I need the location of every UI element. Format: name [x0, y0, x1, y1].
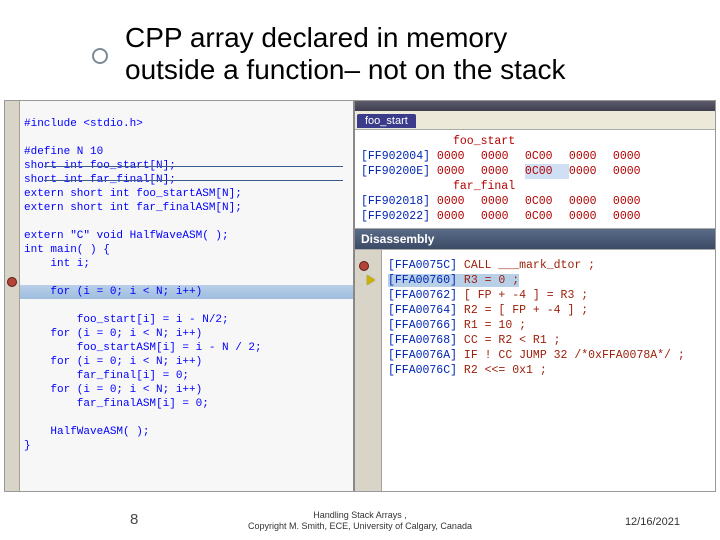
disasm-line-current: [FFA00760] R3 = 0 ; — [388, 274, 519, 287]
footer-caption: Handling Stack Arrays , Copyright M. Smi… — [248, 510, 472, 532]
memory-row: [FF902004] 000000000C0000000000 — [361, 149, 709, 164]
memory-addr: [FF902022] — [361, 210, 430, 223]
footer-line-1: Handling Stack Arrays , — [313, 510, 407, 520]
ide-screenshot: #include <stdio.h> #define N 10 short in… — [4, 100, 716, 492]
slide: CPP array declared in memory outside a f… — [0, 0, 720, 540]
code-line: #include <stdio.h> — [24, 118, 143, 130]
underline-1 — [44, 166, 343, 167]
breakpoint-icon[interactable] — [7, 277, 17, 287]
memory-tab[interactable]: foo_start — [357, 114, 416, 128]
memory-val: 0000 — [481, 194, 525, 209]
code-line: for (i = 0; i < N; i++) — [24, 328, 202, 340]
memory-symbol-label: far_final — [453, 180, 515, 193]
code-line: extern short int far_finalASM[N]; — [24, 202, 242, 214]
footer-date: 12/16/2021 — [625, 516, 680, 528]
memory-row: [FF902022] 000000000C0000000000 — [361, 209, 709, 224]
disasm-gutter — [355, 250, 382, 491]
disasm-line: [FFA00768] CC = R2 < R1 ; — [388, 334, 561, 347]
code-line: } — [24, 440, 31, 452]
code-line: extern "C" void HalfWaveASM( ); — [24, 230, 229, 242]
memory-val: 0000 — [437, 194, 481, 209]
code-line: foo_startASM[i] = i - N / 2; — [24, 342, 262, 354]
code-line: HalfWaveASM( ); — [24, 426, 149, 438]
memory-val: 0C00 — [525, 194, 569, 209]
memory-tab-bar: foo_start — [355, 111, 715, 129]
memory-addr: [FF90200E] — [361, 165, 430, 178]
code-line: foo_start[i] = i - N/2; — [24, 314, 229, 326]
memory-val: 0C00 — [525, 149, 569, 164]
code-line: far_finalASM[i] = 0; — [24, 398, 209, 410]
disassembly-titlebar: Disassembly — [355, 229, 715, 249]
memory-val: 0000 — [569, 149, 613, 164]
disasm-line: [FFA0076A] IF ! CC JUMP 32 /*0xFFA0078A*… — [388, 349, 685, 362]
memory-addr: [FF902004] — [361, 150, 430, 163]
memory-val: 0000 — [437, 149, 481, 164]
memory-val: 0000 — [569, 209, 613, 224]
code-line-current: for (i = 0; i < N; i++) — [20, 285, 353, 299]
memory-val: 0000 — [613, 194, 657, 209]
code-line: int i; — [24, 258, 90, 270]
memory-val: 0000 — [613, 209, 657, 224]
memory-view[interactable]: foo_start [FF902004] 000000000C000000000… — [355, 129, 715, 229]
memory-symbol-label: foo_start — [453, 135, 515, 148]
memory-val: 0000 — [481, 149, 525, 164]
disasm-line: [FFA00764] R2 = [ FP + -4 ] ; — [388, 304, 588, 317]
disassembly-view[interactable]: [FFA0075C] CALL ___mark_dtor ; [FFA00760… — [355, 249, 715, 491]
disasm-line: [FFA0076C] R2 <<= 0x1 ; — [388, 364, 547, 377]
source-editor[interactable]: #include <stdio.h> #define N 10 short in… — [20, 101, 354, 491]
code-gutter — [5, 101, 20, 491]
underline-2 — [44, 180, 343, 181]
memory-val: 0000 — [569, 194, 613, 209]
right-column: foo_start foo_start [FF902004] 000000000… — [354, 101, 715, 491]
memory-addr: [FF902018] — [361, 195, 430, 208]
slide-footer: 8 Handling Stack Arrays , Copyright M. S… — [0, 502, 720, 532]
memory-val: 0C00 — [525, 209, 569, 224]
memory-val: 0000 — [613, 164, 657, 179]
code-line: for (i = 0; i < N; i++) — [24, 384, 202, 396]
breakpoint-icon[interactable] — [359, 261, 369, 271]
current-pc-arrow-icon — [367, 275, 375, 285]
memory-val: 0000 — [437, 209, 481, 224]
memory-val: 0000 — [569, 164, 613, 179]
footer-line-2: Copyright M. Smith, ECE, University of C… — [248, 521, 472, 531]
memory-val: 0000 — [437, 164, 481, 179]
title-line-1: CPP array declared in memory — [125, 22, 507, 53]
memory-row: [FF902018] 000000000C0000000000 — [361, 194, 709, 209]
memory-row: [FF90200E] 000000000C0000000000 — [361, 164, 709, 179]
page-number: 8 — [130, 511, 138, 528]
code-line: far_final[i] = 0; — [24, 370, 189, 382]
code-line: int main( ) { — [24, 244, 110, 256]
code-line: extern short int foo_startASM[N]; — [24, 188, 242, 200]
disasm-line: [FFA0075C] CALL ___mark_dtor ; — [388, 259, 595, 272]
memory-val: 0000 — [613, 149, 657, 164]
code-line: #define N 10 — [24, 146, 103, 158]
slide-title: CPP array declared in memory outside a f… — [125, 22, 566, 86]
memory-val-selected: 0C00 — [525, 164, 569, 179]
disasm-line: [FFA00766] R1 = 10 ; — [388, 319, 526, 332]
disasm-line: [FFA00762] [ FP + -4 ] = R3 ; — [388, 289, 588, 302]
disasm-lines: [FFA0075C] CALL ___mark_dtor ; [FFA00760… — [382, 250, 715, 491]
title-line-2: outside a function– not on the stack — [125, 54, 566, 85]
memory-val: 0000 — [481, 164, 525, 179]
code-line: for (i = 0; i < N; i++) — [24, 356, 202, 368]
memory-val: 0000 — [481, 209, 525, 224]
title-bullet — [92, 48, 108, 64]
memory-panel-titlebar — [355, 101, 715, 111]
